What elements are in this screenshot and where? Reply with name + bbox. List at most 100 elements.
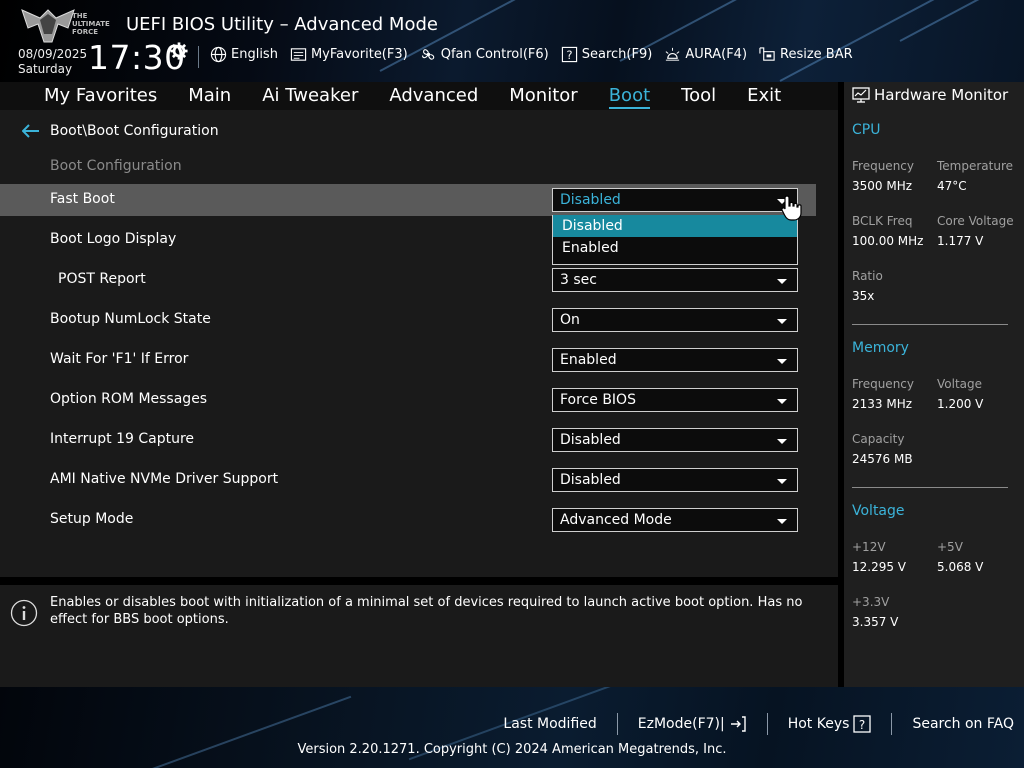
tab-boot[interactable]: Boot	[608, 82, 651, 110]
globe-icon	[210, 46, 227, 63]
setting-label: Fast Boot	[50, 191, 115, 207]
tab-monitor[interactable]: Monitor	[509, 82, 577, 110]
v5-value: 5.068 V	[937, 560, 984, 574]
chevron-down-icon	[777, 319, 787, 324]
search-faq-button[interactable]: Search on FAQ	[892, 716, 1014, 732]
myfavorite-button[interactable]: MyFavorite(F3)	[290, 46, 408, 63]
hot-keys-button[interactable]: Hot Keys ?	[768, 715, 892, 733]
select-value: On	[560, 312, 580, 328]
cpu-temperature-label: Temperature	[937, 159, 1014, 173]
help-description-bar: Enables or disables boot with initializa…	[0, 585, 838, 687]
chevron-down-icon	[777, 279, 787, 284]
mem-capacity-value: 24576 MB	[852, 452, 913, 466]
dropdown-option-enabled[interactable]: Enabled	[553, 237, 797, 259]
ratio-label: Ratio	[852, 269, 883, 283]
numlock-state-select[interactable]: On	[552, 308, 798, 332]
bclk-label: BCLK Freq	[852, 214, 913, 228]
chevron-down-icon	[777, 439, 787, 444]
setting-label: Wait For 'F1' If Error	[50, 351, 189, 367]
language-button[interactable]: English	[210, 46, 278, 63]
setting-label: Interrupt 19 Capture	[50, 431, 194, 447]
section-label: Boot Configuration	[50, 158, 182, 174]
setting-row-option-rom[interactable]: Option ROM Messages Force BIOS	[0, 384, 816, 416]
svg-text:?: ?	[859, 718, 865, 732]
setting-label: Bootup NumLock State	[50, 311, 211, 327]
v12-label: +12V	[852, 540, 886, 554]
post-report-select[interactable]: 3 sec	[552, 268, 798, 292]
interrupt-19-select[interactable]: Disabled	[552, 428, 798, 452]
wait-f1-select[interactable]: Enabled	[552, 348, 798, 372]
footer-bar: Last Modified EzMode(F7)| Hot Keys ? Sea…	[0, 687, 1024, 768]
select-value: Disabled	[560, 472, 621, 488]
setting-row-post-report[interactable]: POST Report 3 sec	[0, 264, 816, 296]
logo-text: THE ULTIMATE FORCE	[72, 12, 110, 36]
copyright-text: Version 2.20.1271. Copyright (C) 2024 Am…	[297, 742, 727, 757]
dropdown-option-disabled[interactable]: Disabled	[553, 215, 797, 237]
setting-row-wait-f1[interactable]: Wait For 'F1' If Error Enabled	[0, 344, 816, 376]
v33-value: 3.357 V	[852, 615, 899, 629]
tab-ai-tweaker[interactable]: Ai Tweaker	[262, 82, 358, 110]
setting-label: AMI Native NVMe Driver Support	[50, 471, 279, 487]
search-button[interactable]: ? Search(F9)	[561, 46, 652, 63]
help-text: Enables or disables boot with initializa…	[50, 595, 803, 627]
fast-boot-select[interactable]: Disabled	[552, 188, 798, 212]
v33-label: +3.3V	[852, 595, 890, 609]
tab-advanced[interactable]: Advanced	[389, 82, 478, 110]
chevron-down-icon	[777, 479, 787, 484]
chevron-down-icon	[777, 519, 787, 524]
cpu-frequency-label: Frequency	[852, 159, 914, 173]
breadcrumb-path: Boot\Boot Configuration	[50, 123, 219, 139]
monitor-icon	[852, 87, 870, 103]
gear-icon[interactable]	[170, 42, 188, 60]
select-value: Disabled	[560, 432, 621, 448]
chevron-down-icon	[777, 359, 787, 364]
chevron-down-icon	[777, 399, 787, 404]
bclk-value: 100.00 MHz	[852, 234, 924, 248]
back-arrow-icon[interactable]	[22, 124, 40, 138]
app-title: UEFI BIOS Utility – Advanced Mode	[126, 14, 438, 35]
settings-panel: Boot\Boot Configuration Boot Configurati…	[0, 110, 838, 577]
ezmode-button[interactable]: EzMode(F7)|	[618, 715, 767, 733]
qfan-control-button[interactable]: Qfan Control(F6)	[420, 46, 549, 63]
info-icon	[10, 599, 38, 627]
setup-mode-select[interactable]: Advanced Mode	[552, 508, 798, 532]
voltage-heading: Voltage	[852, 503, 905, 519]
setting-row-setup-mode[interactable]: Setup Mode Advanced Mode	[0, 504, 816, 536]
select-value: Advanced Mode	[560, 512, 672, 528]
svg-text:?: ?	[566, 48, 572, 62]
tab-exit[interactable]: Exit	[747, 82, 781, 110]
nvme-driver-select[interactable]: Disabled	[552, 468, 798, 492]
mem-capacity-label: Capacity	[852, 432, 905, 446]
memory-heading: Memory	[852, 340, 909, 356]
setting-row-numlock-state[interactable]: Bootup NumLock State On	[0, 304, 816, 336]
setting-row-nvme-driver[interactable]: AMI Native NVMe Driver Support Disabled	[0, 464, 816, 496]
header-divider	[198, 46, 199, 68]
day-text: Saturday	[18, 62, 73, 76]
mem-voltage-value: 1.200 V	[937, 397, 984, 411]
aura-button[interactable]: AURA(F4)	[664, 46, 747, 63]
resize-bar-button[interactable]: Resize BAR	[759, 46, 853, 63]
setting-label: Option ROM Messages	[50, 391, 208, 407]
hw-divider	[852, 324, 1008, 325]
exit-arrow-icon	[730, 716, 746, 732]
setting-row-interrupt-19[interactable]: Interrupt 19 Capture Disabled	[0, 424, 816, 456]
select-value: Force BIOS	[560, 392, 636, 408]
option-rom-select[interactable]: Force BIOS	[552, 388, 798, 412]
tab-my-favorites[interactable]: My Favorites	[44, 82, 157, 110]
mem-frequency-value: 2133 MHz	[852, 397, 913, 411]
footer-links: Last Modified EzMode(F7)| Hot Keys ? Sea…	[483, 713, 1014, 735]
fast-boot-dropdown-list: Disabled Enabled	[552, 215, 798, 265]
header-bar: THE ULTIMATE FORCE UEFI BIOS Utility – A…	[0, 0, 1024, 82]
last-modified-button[interactable]: Last Modified	[483, 716, 616, 732]
setting-label: Setup Mode	[50, 511, 134, 527]
tab-tool[interactable]: Tool	[681, 82, 716, 110]
hand-pointer-icon	[781, 195, 802, 221]
tab-main[interactable]: Main	[188, 82, 231, 110]
main-nav-tabs: My Favorites Main Ai Tweaker Advanced Mo…	[0, 82, 838, 110]
v12-value: 12.295 V	[852, 560, 907, 574]
setting-row-fast-boot[interactable]: Fast Boot Disabled	[0, 184, 816, 216]
mem-frequency-label: Frequency	[852, 377, 914, 391]
core-voltage-label: Core Voltage	[937, 214, 1014, 228]
hw-divider	[852, 487, 1008, 488]
v5-label: +5V	[937, 540, 963, 554]
